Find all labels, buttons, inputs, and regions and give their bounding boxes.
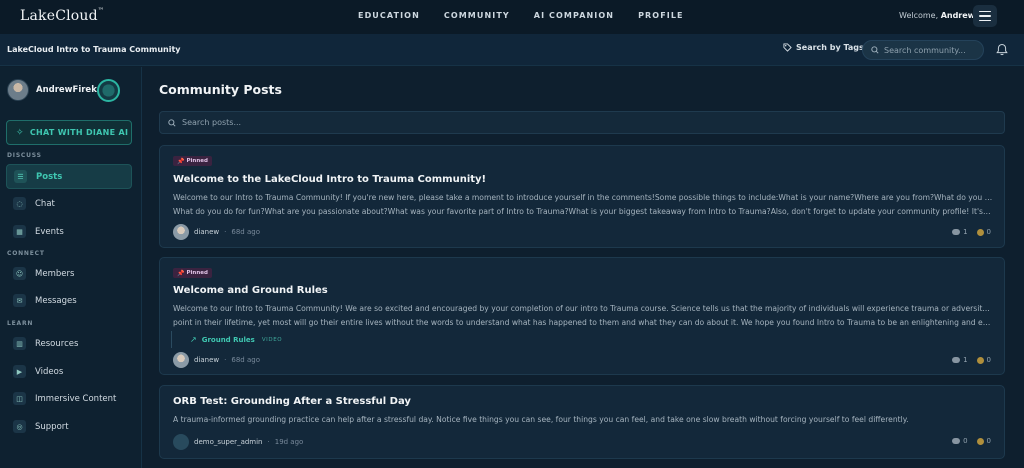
sidebar-item-members[interactable]: ☺ Members — [6, 261, 132, 286]
section-label-connect: CONNECT — [7, 250, 45, 257]
sidebar-item-label: Resources — [35, 338, 79, 349]
coin-icon — [976, 356, 984, 364]
pin-icon: 📌 — [177, 157, 185, 165]
coin-icon — [976, 228, 984, 236]
video-icon: ▶ — [13, 365, 26, 378]
community-search-input[interactable] — [884, 45, 974, 55]
post-stats: 0 0 — [952, 437, 991, 445]
post-meta: dianew · 68d ago — [173, 352, 260, 368]
main-nav: EDUCATION COMMUNITY AI COMPANION PROFILE — [358, 11, 708, 20]
avatar[interactable] — [173, 352, 189, 368]
post-card[interactable]: 📌 Pinned Welcome and Ground Rules Welcom… — [159, 257, 1005, 375]
sidebar-item-label: Chat — [35, 198, 55, 209]
nav-education[interactable]: EDUCATION — [358, 11, 420, 20]
avatar[interactable] — [173, 434, 189, 450]
sidebar-item-resources[interactable]: ▥ Resources — [6, 331, 132, 356]
members-icon: ☺ — [13, 267, 26, 280]
community-title: LakeCloud Intro to Trauma Community — [7, 45, 181, 54]
calendar-icon: ▦ — [13, 225, 26, 238]
post-time: 19d ago — [274, 438, 304, 446]
post-title[interactable]: Welcome to the LakeCloud Intro to Trauma… — [173, 174, 486, 185]
sidebar-item-label: Support — [35, 421, 69, 432]
mail-icon: ✉ — [13, 294, 26, 307]
post-time: 68d ago — [231, 228, 260, 236]
attachment-type: VIDEO — [261, 336, 283, 343]
section-label-learn: LEARN — [7, 320, 34, 327]
post-excerpt: Welcome to our Intro to Trauma Community… — [173, 304, 993, 327]
coin-icon — [976, 437, 984, 445]
comment-icon — [952, 357, 961, 363]
user-profile[interactable]: AndrewFirek — [7, 79, 97, 101]
search-icon — [871, 46, 879, 54]
sidebar-item-label: Events — [35, 226, 64, 237]
post-title[interactable]: Welcome and Ground Rules — [173, 285, 328, 296]
attachment-name[interactable]: Ground Rules — [202, 336, 255, 344]
chat-icon: ◌ — [13, 197, 26, 210]
sparkle-icon: ✧ — [16, 127, 24, 138]
external-link-icon: ↗ — [190, 335, 197, 344]
post-excerpt: Welcome to our Intro to Trauma Community… — [173, 193, 993, 216]
support-icon: ◎ — [13, 420, 26, 433]
post-stats: 1 0 — [952, 228, 991, 236]
vr-icon: ◫ — [13, 392, 26, 405]
page-title: Community Posts — [159, 82, 282, 97]
pin-icon: 📌 — [177, 269, 185, 277]
comment-icon — [952, 229, 961, 235]
community-header: LakeCloud Intro to Trauma Community Sear… — [0, 34, 1024, 66]
pinned-badge: 📌 Pinned — [173, 156, 212, 166]
post-author[interactable]: dianew — [194, 228, 219, 236]
post-excerpt: A trauma-informed grounding practice can… — [173, 415, 909, 424]
post-author[interactable]: dianew — [194, 356, 219, 364]
ai-orb-icon[interactable] — [97, 79, 120, 102]
post-card[interactable]: 📌 Pinned Welcome to the LakeCloud Intro … — [159, 145, 1005, 248]
sidebar: AndrewFirek ✧ CHAT WITH DIANE AI DISCUSS… — [0, 67, 142, 468]
sidebar-item-label: Posts — [36, 171, 63, 182]
book-icon: ▥ — [13, 337, 26, 350]
post-author[interactable]: demo_super_admin — [194, 438, 263, 446]
section-label-discuss: DISCUSS — [7, 152, 42, 159]
avatar[interactable] — [173, 224, 189, 240]
community-search[interactable] — [862, 40, 984, 60]
menu-icon[interactable] — [973, 5, 997, 27]
bell-icon[interactable] — [996, 43, 1008, 56]
sidebar-item-chat[interactable]: ◌ Chat — [6, 191, 132, 216]
top-nav: LakeCloud™ EDUCATION COMMUNITY AI COMPAN… — [0, 0, 1024, 34]
nav-profile[interactable]: PROFILE — [638, 11, 684, 20]
search-by-tags-label: Search by Tags — [796, 43, 864, 52]
nav-ai-companion[interactable]: AI COMPANION — [534, 11, 614, 20]
sidebar-item-label: Videos — [35, 366, 64, 377]
posts-search-input[interactable] — [182, 118, 882, 127]
chat-with-ai-label: CHAT WITH DIANE AI — [29, 128, 129, 137]
search-icon — [168, 118, 176, 127]
post-stats: 1 0 — [952, 356, 991, 364]
post-meta: dianew · 68d ago — [173, 224, 260, 240]
video-attachment[interactable]: ↗ Ground Rules VIDEO — [171, 331, 283, 348]
tag-icon — [783, 43, 792, 52]
posts-icon: ☰ — [14, 170, 27, 183]
avatar — [7, 79, 29, 101]
welcome-text: Welcome, Andrew — [899, 11, 976, 20]
sidebar-item-support[interactable]: ◎ Support — [6, 414, 132, 439]
sidebar-item-videos[interactable]: ▶ Videos — [6, 359, 132, 384]
sidebar-item-label: Messages — [35, 295, 77, 306]
post-card[interactable]: ORB Test: Grounding After a Stressful Da… — [159, 385, 1005, 459]
sidebar-item-label: Immersive Content — [35, 393, 117, 404]
sidebar-item-immersive-content[interactable]: ◫ Immersive Content — [6, 386, 132, 411]
pinned-badge: 📌 Pinned — [173, 268, 212, 278]
post-meta: demo_super_admin · 19d ago — [173, 434, 303, 450]
sidebar-item-events[interactable]: ▦ Events — [6, 219, 132, 244]
user-name: AndrewFirek — [36, 85, 97, 95]
post-time: 68d ago — [231, 356, 260, 364]
comment-icon — [952, 438, 961, 444]
sidebar-item-messages[interactable]: ✉ Messages — [6, 288, 132, 313]
chat-with-ai-button[interactable]: ✧ CHAT WITH DIANE AI — [6, 120, 132, 145]
sidebar-item-posts[interactable]: ☰ Posts — [6, 164, 132, 189]
post-title[interactable]: ORB Test: Grounding After a Stressful Da… — [173, 396, 411, 407]
posts-search[interactable] — [159, 111, 1005, 134]
nav-community[interactable]: COMMUNITY — [444, 11, 510, 20]
logo[interactable]: LakeCloud™ — [20, 7, 104, 24]
search-by-tags-button[interactable]: Search by Tags — [783, 43, 864, 52]
sidebar-item-label: Members — [35, 268, 75, 279]
